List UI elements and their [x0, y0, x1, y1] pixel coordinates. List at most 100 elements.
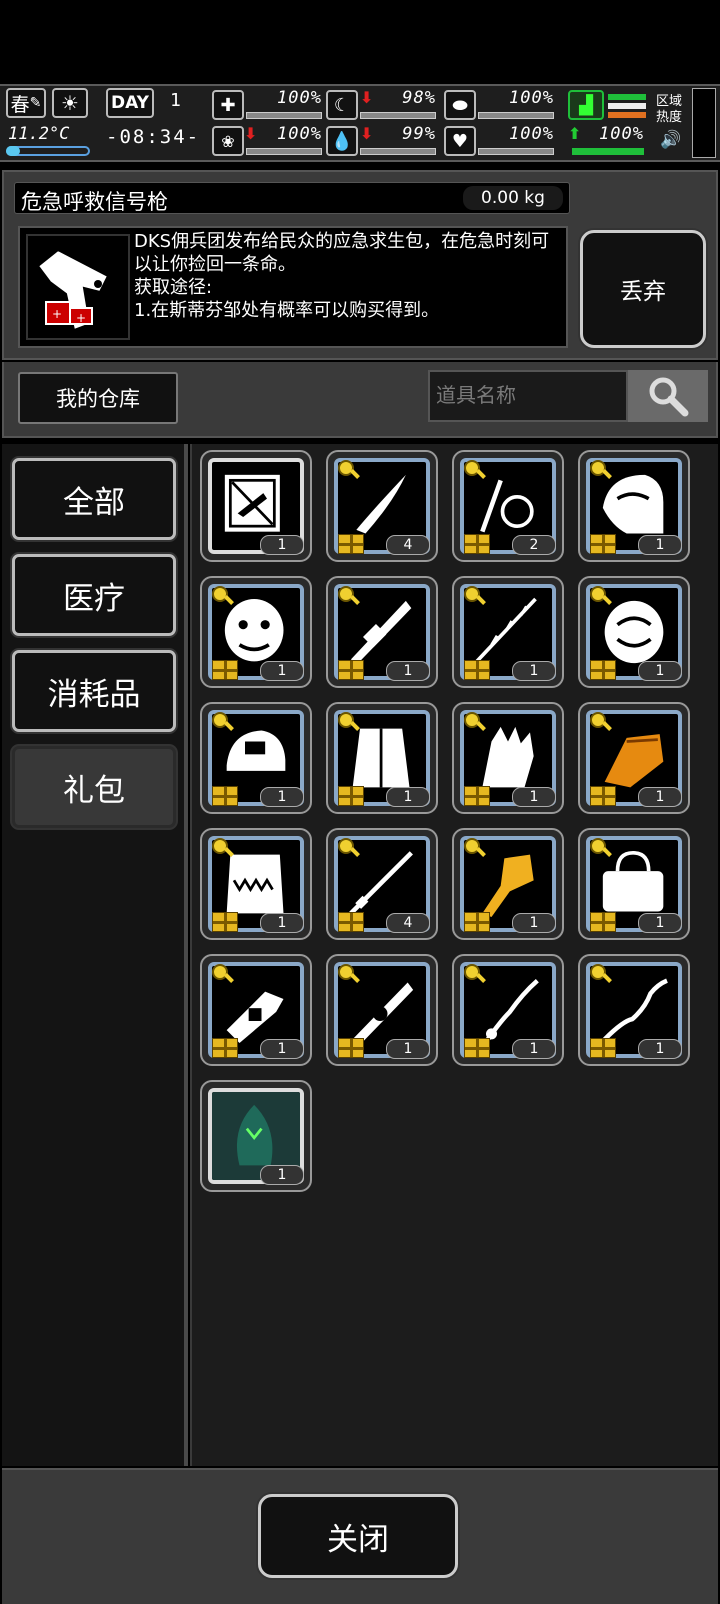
inventory-slot[interactable]: 1 [326, 702, 438, 814]
svg-text:+: + [52, 307, 62, 321]
inventory-slot[interactable]: 1 [452, 954, 564, 1066]
gift-box-icon [212, 786, 238, 806]
day-label: DAY [106, 88, 154, 118]
inventory-slot[interactable]: 2 [452, 450, 564, 562]
inventory-slot[interactable]: 1 [452, 828, 564, 940]
category-medical-button[interactable]: 医疗 [12, 554, 176, 636]
item-count-badge: 1 [638, 913, 682, 933]
boots-bar [572, 148, 644, 155]
key-icon [338, 712, 354, 728]
category-all-button[interactable]: 全部 [12, 458, 176, 540]
sleep-bar [478, 112, 554, 119]
game-screen: 春 ✎ ☀ 11.2°C DAY 1 -08:34- ✚ 100% ❀ ⬇ 100… [0, 0, 720, 1604]
bottom-bar: 关闭 [2, 1468, 718, 1604]
inventory-slot[interactable]: 4 [326, 450, 438, 562]
thirst-value: 99% [402, 124, 436, 144]
key-icon [338, 586, 354, 602]
key-icon [464, 964, 480, 980]
inventory-slot[interactable]: 1 [200, 702, 312, 814]
key-icon [464, 712, 480, 728]
health-bar [246, 112, 322, 119]
gift-box-icon [338, 786, 364, 806]
gift-box-icon [464, 786, 490, 806]
boots-stripe-orange [608, 112, 646, 118]
gift-box-icon [212, 660, 238, 680]
key-icon [590, 460, 606, 476]
key-icon [338, 838, 354, 854]
key-icon [212, 712, 228, 728]
key-icon [212, 964, 228, 980]
feather-icon: ✎ [29, 95, 42, 111]
season-label: 春 [10, 93, 30, 116]
key-icon [338, 964, 354, 980]
item-count-badge: 1 [260, 661, 304, 681]
item-name: 危急呼救信号枪 [21, 190, 168, 214]
boots-stripe-white [608, 103, 646, 109]
inventory-slot[interactable]: 1 [200, 828, 312, 940]
key-icon [590, 586, 606, 602]
weather-sun-icon: ☀ [52, 88, 88, 118]
search-button[interactable] [628, 370, 708, 422]
temperature-fill [6, 146, 20, 156]
gift-box-icon [338, 534, 364, 554]
gift-box-icon [464, 912, 490, 932]
key-icon [590, 712, 606, 728]
inventory-slot[interactable]: 1 [452, 702, 564, 814]
inventory-slot[interactable]: 1 [200, 954, 312, 1066]
key-icon [212, 838, 228, 854]
item-count-badge: 1 [386, 1039, 430, 1059]
inventory-slot[interactable]: 1 [578, 450, 690, 562]
item-count-badge: 4 [386, 535, 430, 555]
category-consumables-button[interactable]: 消耗品 [12, 650, 176, 732]
inventory-slot[interactable]: 1 [326, 576, 438, 688]
discard-button[interactable]: 丢弃 [580, 230, 706, 348]
item-count-badge: 1 [512, 787, 556, 807]
boots-icon: ▟ [568, 90, 604, 120]
temperature-gauge [6, 146, 90, 156]
sleep-value: 100% [509, 88, 554, 108]
gift-box-icon [464, 534, 490, 554]
gift-box-icon [212, 1038, 238, 1058]
item-count-badge: 1 [512, 913, 556, 933]
item-description: DKS佣兵团发布给民众的应急求生包，在危急时刻可以让你捡回一条命。 获取途径: … [134, 231, 550, 321]
gift-box-icon [338, 1038, 364, 1058]
temperature: 11.2°C [8, 124, 70, 144]
item-count-badge: 2 [512, 535, 556, 555]
inventory-slot[interactable]: 1 [200, 576, 312, 688]
mood-value: 100% [277, 124, 322, 144]
inventory-slot[interactable]: 1 [578, 702, 690, 814]
warehouse-toolbar: 我的仓库 [2, 362, 718, 438]
key-icon [338, 460, 354, 476]
season-badge: 春 ✎ [6, 88, 46, 118]
inventory-slot[interactable]: 1 [200, 1080, 312, 1192]
inventory-slot[interactable]: 1 [578, 576, 690, 688]
inventory-slot[interactable]: 1 [200, 450, 312, 562]
item-count-badge: 1 [638, 661, 682, 681]
gift-box-icon [590, 660, 616, 680]
item-description-box: + + DKS佣兵团发布给民众的应急求生包，在危急时刻可以让你捡回一条命。 获取… [18, 226, 568, 348]
thirst-bar [360, 148, 436, 155]
item-count-badge: 1 [638, 1039, 682, 1059]
item-search-input[interactable] [428, 370, 628, 422]
inventory-slot[interactable]: 1 [578, 954, 690, 1066]
item-count-badge: 1 [260, 913, 304, 933]
gift-box-icon [590, 786, 616, 806]
item-count-badge: 1 [638, 787, 682, 807]
inventory-slot[interactable]: 1 [326, 954, 438, 1066]
close-button[interactable]: 关闭 [258, 1494, 458, 1578]
my-warehouse-tab[interactable]: 我的仓库 [18, 372, 178, 424]
item-info-panel: 危急呼救信号枪 0.00 kg + + DKS佣兵团发布给民众的应急求生包，在危… [2, 170, 718, 360]
key-icon [464, 586, 480, 602]
speaker-icon[interactable]: 🔊 [660, 130, 681, 150]
item-count-badge: 1 [260, 535, 304, 555]
boots-stripe-green [608, 94, 646, 100]
inventory-slot[interactable]: 1 [578, 828, 690, 940]
category-gift-pack-button[interactable]: 礼包 [12, 746, 176, 828]
clock-time: -08:34- [106, 126, 201, 148]
item-weight: 0.00 kg [463, 186, 563, 210]
region-heat-label: 区域 热度 [656, 94, 683, 125]
item-count-badge: 1 [386, 787, 430, 807]
inventory-slot[interactable]: 1 [452, 576, 564, 688]
inventory-slot[interactable]: 4 [326, 828, 438, 940]
day-number: 1 [170, 90, 181, 111]
